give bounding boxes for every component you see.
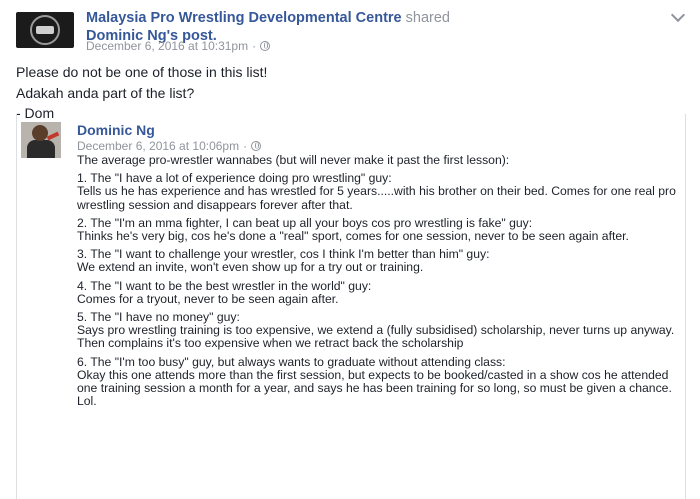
shared-post: Malaysia Pro Wrestling Developmental Cen… — [0, 0, 700, 499]
page-avatar[interactable] — [16, 12, 74, 48]
inner-post-body: The average pro-wrestler wannabes (but w… — [77, 153, 682, 413]
list-item: 1. The "I have a lot of experience doing… — [77, 172, 682, 212]
chevron-down-icon[interactable] — [670, 7, 686, 23]
wrestling-logo-icon — [30, 15, 60, 45]
meta-separator: · — [252, 39, 257, 53]
list-item-title: 6. The "I'm too busy" guy, but always wa… — [77, 354, 506, 369]
list-item-detail: Says pro wrestling training is too expen… — [77, 323, 675, 351]
inner-shared-post: Dominic Ng December 6, 2016 at 10:06pm ·… — [16, 114, 686, 499]
post-timestamp[interactable]: December 6, 2016 at 10:31pm — [86, 39, 248, 53]
share-line: Adakah anda part of the list? — [16, 84, 195, 101]
list-item: 4. The "I want to be the best wrestler i… — [77, 278, 682, 306]
list-item: 3. The "I want to challenge your wrestle… — [77, 248, 682, 275]
list-item-detail: We extend an invite, won't even show up … — [77, 260, 424, 275]
post-meta: December 6, 2016 at 10:31pm · — [86, 39, 271, 53]
globe-icon[interactable] — [251, 141, 262, 151]
globe-icon[interactable] — [260, 41, 271, 51]
list-item: 6. The "I'm too busy" guy, but always wa… — [77, 354, 682, 409]
inner-author-link[interactable]: Dominic Ng — [77, 122, 155, 138]
list-item-detail: Tells us he has experience and has wrest… — [77, 184, 676, 212]
list-item-title: 4. The "I want to be the best wrestler i… — [77, 278, 372, 293]
share-line: Please do not be one of those in this li… — [16, 64, 268, 80]
inner-post-meta: December 6, 2016 at 10:06pm · — [77, 139, 262, 153]
author-avatar[interactable] — [21, 122, 61, 158]
meta-separator: · — [243, 139, 248, 153]
list-item-detail: Okay this one attends more than the firs… — [77, 367, 672, 409]
shared-label: shared — [405, 10, 450, 26]
list-item-detail: Comes for a tryout, never to be seen aga… — [77, 291, 339, 306]
list-item-detail: Thinks he's very big, cos he's done a "r… — [77, 229, 629, 244]
inner-post-timestamp[interactable]: December 6, 2016 at 10:06pm — [77, 139, 239, 153]
page-name-link[interactable]: Malaysia Pro Wrestling Developmental Cen… — [86, 10, 402, 26]
list-item: 5. The "I have no money" guy: Says pro w… — [77, 310, 682, 351]
list-item: 2. The "I'm an mma fighter, I can beat u… — [77, 216, 682, 244]
intro-paragraph: The average pro-wrestler wannabes (but w… — [77, 153, 510, 167]
